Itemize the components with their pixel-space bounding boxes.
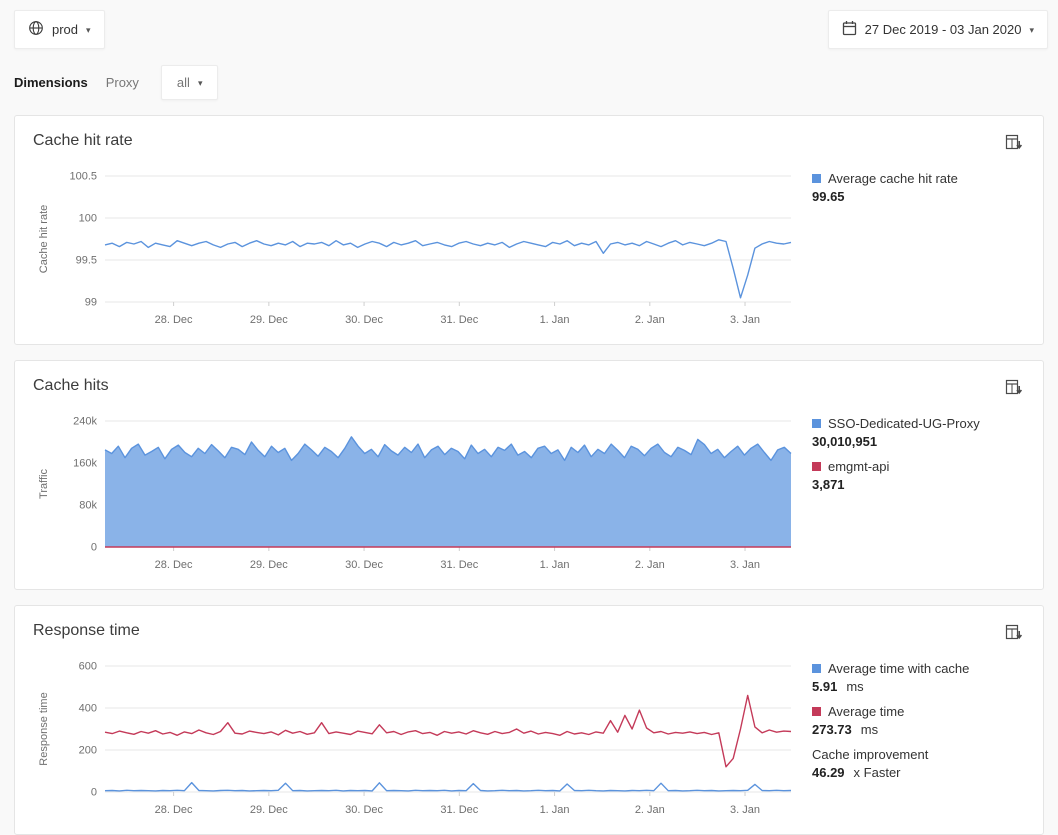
legend-item: Average time 273.73ms: [812, 703, 1025, 737]
card-title: Cache hit rate: [33, 132, 133, 150]
proxy-label: Proxy: [106, 75, 139, 90]
legend-series-value: 273.73ms: [812, 722, 1025, 737]
svg-text:30. Dec: 30. Dec: [345, 559, 383, 571]
cards-container: Cache hit rate 100.510099.59928. Dec2: [0, 115, 1058, 835]
legend-series-value: 46.29x Faster: [812, 765, 1025, 780]
legend-series-label: Average cache hit rate: [828, 170, 958, 187]
chevron-down-icon: ▾: [198, 78, 203, 88]
dimensions-filter-row: Dimensions Proxy all ▾: [14, 65, 1058, 100]
date-range-picker[interactable]: 27 Dec 2019 - 03 Jan 2020 ▾: [828, 10, 1048, 49]
export-report-icon: [1005, 139, 1023, 154]
chevron-down-icon: ▾: [86, 25, 91, 35]
chart-svg: 600 400 200 0 28. Dec 29. Dec 30. Dec 31. Dec 1.…: [33, 656, 795, 820]
svg-text:29. Dec: 29. Dec: [250, 559, 288, 571]
legend-item: Average cache hit rate 99.65: [812, 170, 1025, 204]
svg-text:2. Jan: 2. Jan: [635, 804, 665, 816]
svg-text:28. Dec: 28. Dec: [155, 804, 193, 816]
cache-hit-rate-chart: 100.5 100 99.5 99 28. Dec 29. Dec 30. Dec 31. D…: [33, 166, 795, 330]
svg-text:400: 400: [79, 703, 97, 715]
card-cache-hits: Cache hits 240k 160k 80k 0 28. Dec 29. Dec: [14, 360, 1044, 590]
svg-text:Response time: Response time: [38, 692, 50, 765]
proxy-filter-dropdown[interactable]: all ▾: [161, 65, 219, 100]
svg-text:80k: 80k: [79, 500, 97, 512]
chart-svg: 100.5 100 99.5 99 28. Dec 29. Dec 30. Dec 31. D…: [33, 166, 795, 330]
svg-text:Traffic: Traffic: [38, 469, 50, 499]
environment-value: prod: [52, 22, 78, 37]
analytics-dashboard: prod ▾ 27 Dec 2019 - 03 Jan 2020 ▾ Dimen…: [0, 0, 1058, 835]
legend-series-value: 99.65: [812, 189, 1025, 204]
legend-series-value: 5.91ms: [812, 679, 1025, 694]
svg-text:31. Dec: 31. Dec: [440, 559, 478, 571]
dimensions-label: Dimensions: [14, 75, 88, 90]
globe-icon: [28, 20, 44, 39]
svg-text:29. Dec: 29. Dec: [250, 314, 288, 326]
export-report-icon: [1005, 629, 1023, 644]
legend-series-value: 3,871: [812, 477, 1025, 492]
legend-item: Cache improvement 46.29x Faster: [812, 746, 1025, 780]
card-response-time: Response time 600400200028. Dec29. De: [14, 605, 1044, 835]
legend-series-label: emgmt-api: [828, 458, 889, 475]
svg-text:3. Jan: 3. Jan: [730, 559, 760, 571]
export-report-button[interactable]: [1003, 377, 1025, 401]
card-title: Cache hits: [33, 377, 109, 395]
svg-text:0: 0: [91, 542, 97, 554]
svg-text:1. Jan: 1. Jan: [540, 314, 570, 326]
svg-text:600: 600: [79, 661, 97, 673]
response-time-legend: Average time with cache5.91msAverage tim…: [812, 656, 1025, 820]
legend-series-label: Cache improvement: [812, 746, 928, 763]
svg-text:99: 99: [85, 297, 97, 309]
legend-swatch: [812, 174, 821, 183]
svg-text:28. Dec: 28. Dec: [155, 559, 193, 571]
cache-hits-chart: 240k 160k 80k 0 28. Dec 29. Dec 30. Dec 31. Dec…: [33, 411, 795, 575]
svg-text:100.5: 100.5: [69, 171, 97, 183]
export-report-button[interactable]: [1003, 622, 1025, 646]
topbar: prod ▾ 27 Dec 2019 - 03 Jan 2020 ▾: [0, 0, 1058, 49]
svg-text:0: 0: [91, 787, 97, 799]
svg-text:100: 100: [79, 213, 97, 225]
proxy-filter-value: all: [177, 75, 190, 90]
svg-text:Cache hit rate: Cache hit rate: [38, 205, 50, 273]
cache-hit-rate-legend: Average cache hit rate 99.65: [812, 166, 1025, 330]
svg-text:3. Jan: 3. Jan: [730, 314, 760, 326]
legend-swatch: [812, 707, 821, 716]
svg-text:1. Jan: 1. Jan: [540, 804, 570, 816]
legend-item: SSO-Dedicated-UG-Proxy 30,010,951: [812, 415, 1025, 449]
svg-text:30. Dec: 30. Dec: [345, 314, 383, 326]
svg-text:30. Dec: 30. Dec: [345, 804, 383, 816]
svg-text:160k: 160k: [73, 458, 97, 470]
legend-series-label: Average time: [828, 703, 904, 720]
date-range-value: 27 Dec 2019 - 03 Jan 2020: [865, 22, 1022, 37]
legend-item: emgmt-api 3,871: [812, 458, 1025, 492]
svg-text:31. Dec: 31. Dec: [440, 314, 478, 326]
svg-text:240k: 240k: [73, 416, 97, 428]
svg-text:29. Dec: 29. Dec: [250, 804, 288, 816]
svg-text:2. Jan: 2. Jan: [635, 559, 665, 571]
legend-swatch: [812, 419, 821, 428]
legend-swatch: [812, 664, 821, 673]
card-title: Response time: [33, 622, 140, 640]
svg-text:28. Dec: 28. Dec: [155, 314, 193, 326]
export-report-button[interactable]: [1003, 132, 1025, 156]
cache-hits-legend: SSO-Dedicated-UG-Proxy 30,010,951 emgmt-ap…: [812, 411, 1025, 575]
legend-series-value: 30,010,951: [812, 434, 1025, 449]
svg-text:1. Jan: 1. Jan: [540, 559, 570, 571]
chart-svg: 240k 160k 80k 0 28. Dec 29. Dec 30. Dec 31. Dec…: [33, 411, 795, 575]
response-time-chart: 600 400 200 0 28. Dec 29. Dec 30. Dec 31. Dec 1.…: [33, 656, 795, 820]
card-cache-hit-rate: Cache hit rate 100.510099.59928. Dec2: [14, 115, 1044, 345]
calendar-icon: [842, 20, 857, 39]
legend-series-label: SSO-Dedicated-UG-Proxy: [828, 415, 980, 432]
legend-swatch: [812, 462, 821, 471]
svg-text:2. Jan: 2. Jan: [635, 314, 665, 326]
svg-text:200: 200: [79, 745, 97, 757]
chevron-down-icon: ▾: [1029, 25, 1034, 35]
svg-text:3. Jan: 3. Jan: [730, 804, 760, 816]
svg-text:31. Dec: 31. Dec: [440, 804, 478, 816]
environment-selector[interactable]: prod ▾: [14, 10, 105, 49]
legend-item: Average time with cache 5.91ms: [812, 660, 1025, 694]
svg-text:99.5: 99.5: [76, 255, 97, 267]
export-report-icon: [1005, 384, 1023, 399]
legend-series-label: Average time with cache: [828, 660, 969, 677]
